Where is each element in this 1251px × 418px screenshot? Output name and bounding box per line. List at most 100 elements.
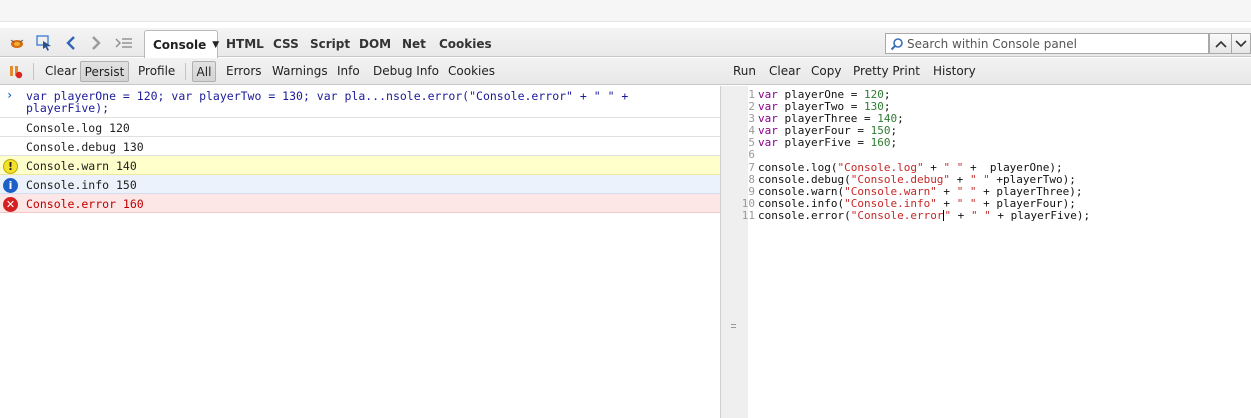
filter-all-button[interactable]: All [192,61,216,82]
code-token: "Console.debug" [850,172,951,186]
code-token: var [758,124,778,138]
debug-text: Console.debug 130 [26,140,144,154]
code-token: " " [956,184,977,198]
command-editor-icon[interactable] [114,33,134,53]
code-token: 130 [863,100,884,114]
code-token: + playerThree); [976,184,1083,198]
code-token: + [936,184,957,198]
forward-icon[interactable] [86,33,106,53]
code-token: + [923,160,944,174]
line-number: 6 [748,148,755,162]
warn-row: ! Console.warn 140 [0,156,720,175]
tab-dom[interactable]: DOM [359,37,391,51]
info-icon: i [3,178,18,193]
code-token: playerThree = [777,112,878,126]
code-token: playerFour = [777,124,871,138]
code-token: + [951,208,971,222]
console-command-row[interactable]: › var playerOne = 120; var playerTwo = 1… [0,86,720,118]
code-token: ; [890,124,898,138]
profile-button[interactable]: Profile [138,64,175,78]
break-on-errors-icon[interactable] [5,61,25,81]
persist-button[interactable]: Persist [80,61,129,82]
code-token: + [936,196,957,210]
info-text: Console.info 150 [26,178,137,192]
code-line: console.error("Console.error" + " " + pl… [758,208,1090,222]
code-token: "Console.info" [844,196,937,210]
code-token: ; [890,136,898,150]
command-text-line2: playerFive); [26,101,110,115]
prompt-chevron-icon: › [6,88,14,102]
warning-icon: ! [3,159,18,174]
code-token: 140 [877,112,898,126]
error-row: ✕ Console.error 160 [0,194,720,213]
log-text: Console.log 120 [26,121,130,135]
pretty-print-button[interactable]: Pretty Print [853,64,920,78]
code-token: playerOne = [777,88,864,101]
code-token: playerFive = [777,136,871,150]
tab-script[interactable]: Script [310,37,350,51]
code-token: console.info( [758,196,845,210]
toolbar-divider [185,63,186,80]
code-token: playerTwo = [777,100,864,114]
firebug-icon[interactable] [7,33,27,53]
code-token: "Console.warn" [844,184,937,198]
command-editor[interactable]: 1 2 3 4 5 6 7 8 9 10 11 var playerOne = 120; var pl… [742,86,1251,418]
tab-css[interactable]: CSS [273,37,299,51]
code-token: " " [970,208,991,222]
info-row: i Console.info 150 [0,175,720,194]
line-number: 7 [748,160,755,174]
filter-debug-info-button[interactable]: Debug Info [373,64,439,78]
code-token: console.debug( [758,172,851,186]
chevron-down-icon [1235,39,1247,47]
code-token: + playerFour); [976,196,1076,210]
filter-errors-button[interactable]: Errors [226,64,262,78]
copy-button[interactable]: Copy [811,64,841,78]
code-token: ; [883,88,891,101]
line-number: 11 [741,208,755,222]
inspect-icon[interactable] [34,33,54,53]
code-token: + playerOne); [963,160,1063,174]
tab-net[interactable]: Net [402,37,426,51]
code-token: "Console.log" [837,160,924,174]
line-number: 8 [748,172,755,186]
filter-info-button[interactable]: Info [337,64,360,78]
code-token: console.warn( [758,184,845,198]
code-token: ; [883,100,891,114]
filter-all-label: All [196,64,212,79]
code-token: " " [969,172,990,186]
code-token: 160 [870,136,891,150]
editor-clear-button[interactable]: Clear [769,64,800,78]
log-row: Console.log 120 [0,118,720,137]
line-number-gutter: 1 2 3 4 5 6 7 8 9 10 11 [729,88,755,222]
tab-console-label: Console [153,37,207,52]
code-token: var [758,136,778,150]
code-token: console.log( [758,160,838,174]
tab-html[interactable]: HTML [226,37,264,51]
splitter-grip[interactable] [731,324,737,332]
filter-warnings-button[interactable]: Warnings [272,64,328,78]
code-token: var [758,88,778,101]
code-area[interactable]: var playerOne = 120; var playerTwo = 130;… [758,88,1090,222]
back-icon[interactable] [61,33,81,53]
code-token: "Console.error [850,208,944,222]
search-next-button[interactable] [1231,33,1251,54]
persist-label: Persist [84,64,125,79]
code-token: +playerTwo); [989,172,1076,186]
run-button[interactable]: Run [733,64,756,78]
tab-cookies[interactable]: Cookies [439,37,492,51]
code-token: var [758,112,778,126]
history-button[interactable]: History [933,64,976,78]
search-prev-button[interactable] [1209,33,1232,54]
code-token: " " [956,196,977,210]
tab-console[interactable]: Console ▼ [144,30,219,58]
search-input[interactable]: Search within Console panel [885,33,1209,54]
toolbar-divider [33,63,34,80]
debug-row: Console.debug 130 [0,137,720,156]
code-token: ; [897,112,904,126]
chevron-up-icon [1214,40,1227,48]
filter-cookies-button[interactable]: Cookies [448,64,495,78]
code-token: + [950,172,970,186]
clear-button[interactable]: Clear [45,64,76,78]
code-line: var playerFive = 160; [758,137,1090,149]
command-text-line1: var playerOne = 120; var playerTwo = 130… [26,89,629,103]
